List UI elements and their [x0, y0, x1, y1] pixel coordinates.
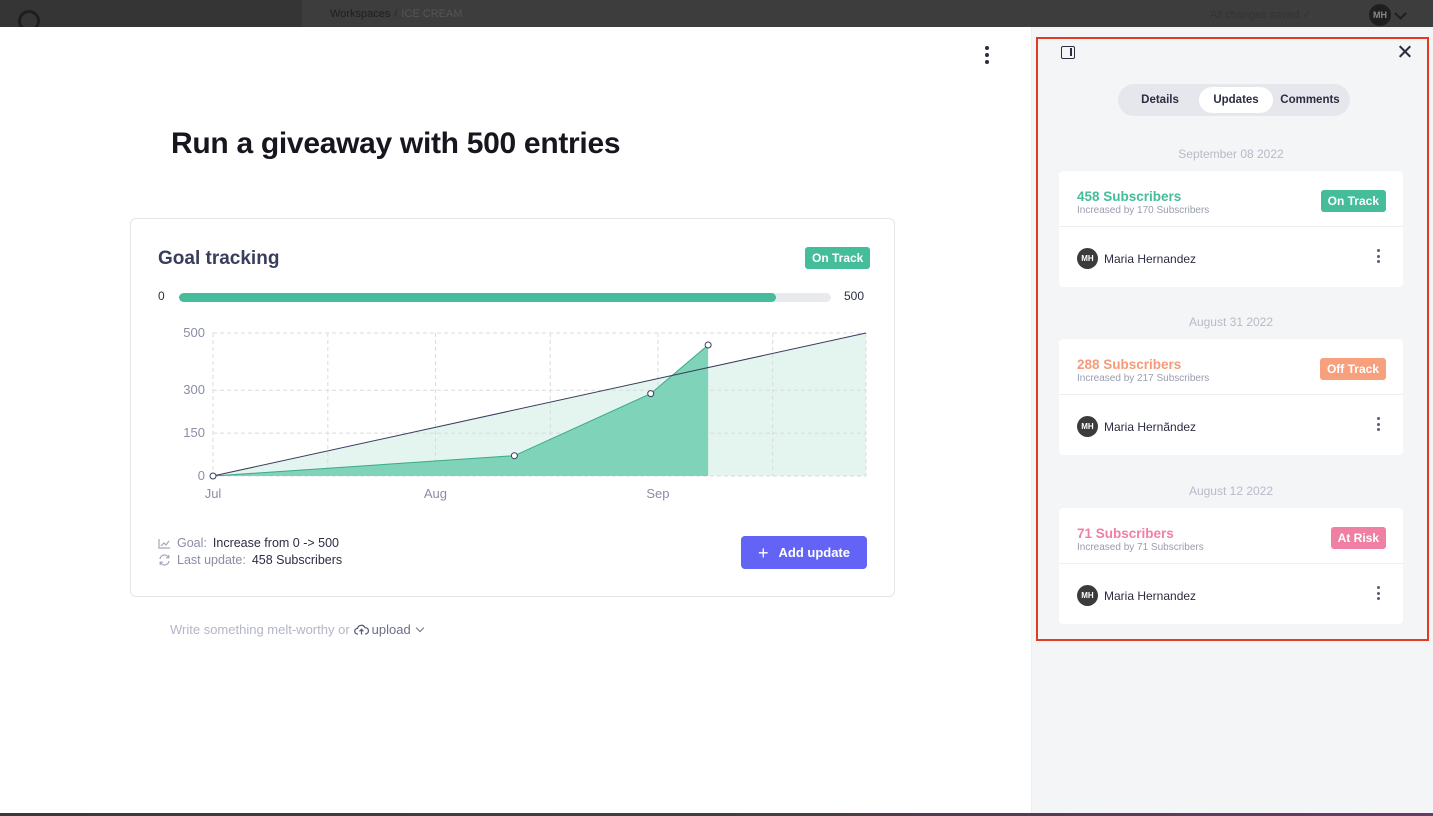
y-tick-label: 150: [183, 425, 205, 440]
breadcrumb-separator: /: [394, 8, 398, 20]
add-update-label: Add update: [778, 545, 851, 560]
goal-tracking-heading: Goal tracking: [158, 248, 280, 269]
goal-value: Increase from 0 -> 500: [212, 536, 339, 550]
breadcrumb: Workspaces / ICE CREAM: [330, 8, 463, 20]
add-update-button[interactable]: + Add update: [741, 536, 867, 569]
update-date: August 31 2022: [1188, 315, 1274, 329]
trend-icon: [158, 538, 170, 549]
plus-icon: +: [757, 542, 769, 563]
composer[interactable]: Write something melt-worthy or upload: [170, 622, 424, 637]
goal-chart: 0 150 300 500 Jul Aug Sep: [183, 325, 867, 501]
update-subtitle: Increased by 71 Subscribers: [1077, 542, 1204, 553]
goal-label: Goal:: [177, 536, 207, 550]
x-tick-label: Aug: [424, 486, 447, 501]
upload-button[interactable]: upload: [353, 622, 424, 637]
avatar: MH: [1077, 416, 1098, 437]
y-tick-label: 0: [198, 468, 205, 483]
status-badge: Off Track: [1319, 358, 1386, 380]
update-more-button[interactable]: [1373, 585, 1383, 601]
y-tick-label: 300: [183, 382, 205, 397]
chevron-down-icon: [1394, 7, 1407, 20]
page-title: Run a giveaway with 500 entries: [171, 127, 621, 160]
update-more-button[interactable]: [1373, 416, 1383, 432]
update-author: MH Maria Hernandez: [1077, 585, 1196, 606]
update-subtitle: Increased by 217 Subscribers: [1077, 373, 1210, 384]
refresh-icon: [159, 554, 170, 566]
tab-details[interactable]: Details: [1121, 87, 1199, 113]
progress-min-label: 0: [158, 289, 165, 303]
update-card-header: 71 Subscribers Increased by 71 Subscribe…: [1059, 508, 1403, 564]
update-card[interactable]: 458 Subscribers Increased by 170 Subscri…: [1059, 171, 1403, 287]
composer-placeholder: Write something melt-worthy or: [170, 622, 350, 637]
backdrop-topbar: Workspaces / ICE CREAM All changes saved ✓…: [0, 0, 1433, 32]
last-update-value: 458 Subscribers: [251, 553, 343, 567]
x-tick-label: Jul: [205, 486, 222, 501]
updates-panel: Details Updates Comments September 08 20…: [1031, 27, 1433, 813]
tab-updates[interactable]: Updates: [1199, 87, 1273, 113]
progress-bar: [179, 293, 831, 302]
panel-tabs: Details Updates Comments: [1118, 84, 1350, 116]
update-title: 458 Subscribers: [1077, 189, 1182, 204]
author-name: Maria Hernandez: [1104, 251, 1197, 266]
data-point: [209, 472, 217, 480]
update-author: MH Maria Hernandez: [1077, 248, 1196, 269]
chevron-down-icon: [415, 623, 424, 633]
upload-label: upload: [371, 622, 411, 637]
update-date: August 12 2022: [1188, 484, 1274, 498]
update-author: MH Maria Hernãndez: [1077, 416, 1196, 437]
progress-max-label: 500: [844, 289, 865, 303]
breadcrumb-current: ICE CREAM: [401, 8, 463, 20]
update-date: September 08 2022: [1178, 147, 1284, 161]
goal-tracking-card: Goal tracking On Track 0 500 0 150 300 500 J…: [130, 218, 895, 597]
update-subtitle: Increased by 170 Subscribers: [1077, 205, 1210, 216]
update-card[interactable]: 71 Subscribers Increased by 71 Subscribe…: [1059, 508, 1403, 624]
data-point: [647, 390, 655, 398]
update-card[interactable]: 288 Subscribers Increased by 217 Subscri…: [1059, 339, 1403, 455]
last-update-label: Last update:: [177, 553, 246, 567]
x-tick-label: Sep: [646, 486, 669, 501]
update-more-button[interactable]: [1373, 248, 1383, 264]
avatar: MH: [1077, 585, 1098, 606]
avatar: MH: [1077, 248, 1098, 269]
panel-toggle-icon[interactable]: [1061, 46, 1075, 59]
author-name: Maria Hernãndez: [1104, 419, 1197, 434]
update-title: 71 Subscribers: [1077, 526, 1174, 541]
update-card-header: 458 Subscribers Increased by 170 Subscri…: [1059, 171, 1403, 227]
more-options-button[interactable]: [976, 43, 998, 67]
cloud-upload-icon: [353, 624, 369, 635]
update-title: 288 Subscribers: [1077, 357, 1182, 372]
backdrop-sidebar: [0, 0, 302, 27]
status-badge: On Track: [805, 247, 871, 269]
status-badge: On Track: [1320, 190, 1386, 212]
y-tick-label: 500: [183, 325, 205, 340]
status-badge: At Risk: [1330, 527, 1386, 549]
breadcrumb-root: Workspaces: [330, 8, 391, 20]
data-point: [704, 341, 712, 349]
last-update-meta: Last update: 458 Subscribers: [158, 553, 342, 567]
data-point: [510, 452, 518, 460]
progress-bar-fill: [179, 293, 777, 302]
saved-status: All changes saved ✓: [1210, 9, 1312, 21]
author-name: Maria Hernandez: [1104, 588, 1197, 603]
update-card-header: 288 Subscribers Increased by 217 Subscri…: [1059, 339, 1403, 395]
tab-comments[interactable]: Comments: [1273, 87, 1347, 113]
goal-modal: Run a giveaway with 500 entries Goal tra…: [0, 27, 1433, 813]
goal-meta: Goal: Increase from 0 -> 500: [158, 536, 339, 550]
close-icon[interactable]: [1396, 43, 1414, 61]
user-avatar: MH: [1369, 4, 1391, 26]
